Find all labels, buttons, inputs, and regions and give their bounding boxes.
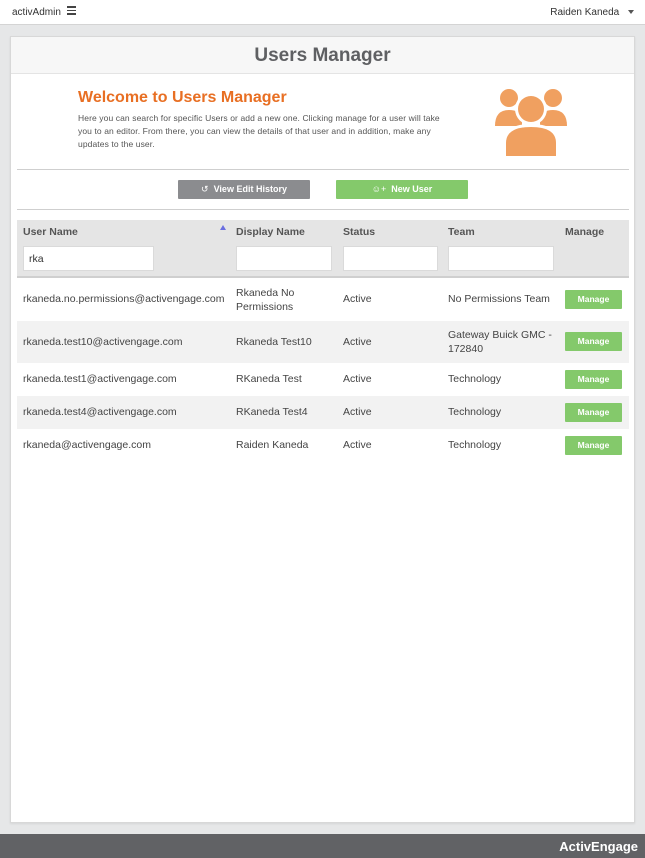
cell-team: No Permissions Team [448,293,550,305]
cell-status: Active [343,336,372,348]
sort-ascending-icon[interactable] [220,225,226,230]
cell-user-name: rkaneda.test1@activengage.com [23,373,177,385]
view-edit-history-label: View Edit History [213,184,287,194]
cell-status: Active [343,439,372,451]
welcome-text-line-1: Here you can search for specific Users o… [78,113,440,123]
table-row: rkaneda.test1@activengage.com RKaneda Te… [17,363,629,396]
welcome-heading: Welcome to Users Manager [78,89,287,106]
column-header-status[interactable]: Status [343,226,375,238]
table-row: rkaneda.test4@activengage.com RKaneda Te… [17,396,629,429]
manage-button[interactable]: Manage [565,403,622,422]
cell-status: Active [343,406,372,418]
cell-team: Gateway Buick GMC - 172840 [448,328,552,356]
cell-status: Active [343,293,372,305]
page-title: Users Manager [11,37,634,74]
welcome-text-line-2: you to an editor. From there, you can vi… [78,126,431,136]
history-icon: ↺ [201,184,209,194]
caret-down-icon [628,10,634,15]
team-filter-input[interactable] [448,246,554,271]
column-header-team[interactable]: Team [448,226,475,238]
cell-display-name: Rkaneda No Permissions [236,286,294,314]
status-filter-input[interactable] [343,246,438,271]
cell-team: Technology [448,373,502,385]
user-name: Raiden Kaneda [550,7,620,18]
cell-user-name: rkaneda.test4@activengage.com [23,406,177,418]
divider [17,209,629,210]
cell-team: Technology [448,439,502,451]
cell-display-name-line-2: Permissions [236,301,294,313]
user-menu[interactable]: Raiden Kaneda [550,7,634,18]
users-manager-card: Users Manager Welcome to Users Manager H… [10,36,635,823]
user-name-filter-input[interactable] [23,246,154,271]
manage-button[interactable]: Manage [565,436,622,455]
cell-user-name: rkaneda@activengage.com [23,439,151,451]
cell-team: Technology [448,406,502,418]
column-header-display-name[interactable]: Display Name [236,226,305,238]
cell-display-name: Rkaneda Test10 [236,336,312,348]
top-bar: activAdmin Raiden Kaneda [0,0,645,25]
welcome-text: Here you can search for specific Users o… [78,112,478,151]
table-row: rkaneda.test10@activengage.com Rkaneda T… [17,321,629,363]
divider [17,169,629,170]
cell-team-line-1: Gateway Buick GMC - [448,329,552,341]
manage-button[interactable]: Manage [565,290,622,309]
cell-display-name: Raiden Kaneda [236,439,309,451]
users-table: User Name Display Name Status Team Manag… [17,220,629,462]
add-user-icon: ☺+ [371,184,387,194]
table-header: User Name Display Name Status Team Manag… [17,220,629,278]
manage-button[interactable]: Manage [565,332,622,351]
cell-display-name: RKaneda Test4 [236,406,308,418]
welcome-text-line-3: updates to the user. [78,139,155,149]
cell-user-name: rkaneda.test10@activengage.com [23,336,183,348]
new-user-button[interactable]: ☺+ New User [336,180,468,199]
view-edit-history-button[interactable]: ↺ View Edit History [178,180,310,199]
table-row: rkaneda.no.permissions@activengage.com R… [17,278,629,321]
footer-brand: ActivEngage [559,839,638,854]
app-brand[interactable]: activAdmin [12,7,61,18]
column-header-user-name[interactable]: User Name [23,226,78,238]
table-row: rkaneda@activengage.com Raiden Kaneda Ac… [17,429,629,462]
cell-user-name: rkaneda.no.permissions@activengage.com [23,293,225,305]
display-name-filter-input[interactable] [236,246,332,271]
users-group-icon [495,89,567,156]
hamburger-menu-icon[interactable] [67,6,76,15]
column-header-manage: Manage [565,226,605,238]
cell-team-line-2: 172840 [448,343,484,355]
welcome-section: Welcome to Users Manager Here you can se… [78,89,478,151]
footer: ActivEngage [0,834,645,858]
new-user-label: New User [391,184,433,194]
cell-status: Active [343,373,372,385]
cell-display-name-line-1: Rkaneda No [236,287,295,299]
cell-display-name: RKaneda Test [236,373,302,385]
manage-button[interactable]: Manage [565,370,622,389]
